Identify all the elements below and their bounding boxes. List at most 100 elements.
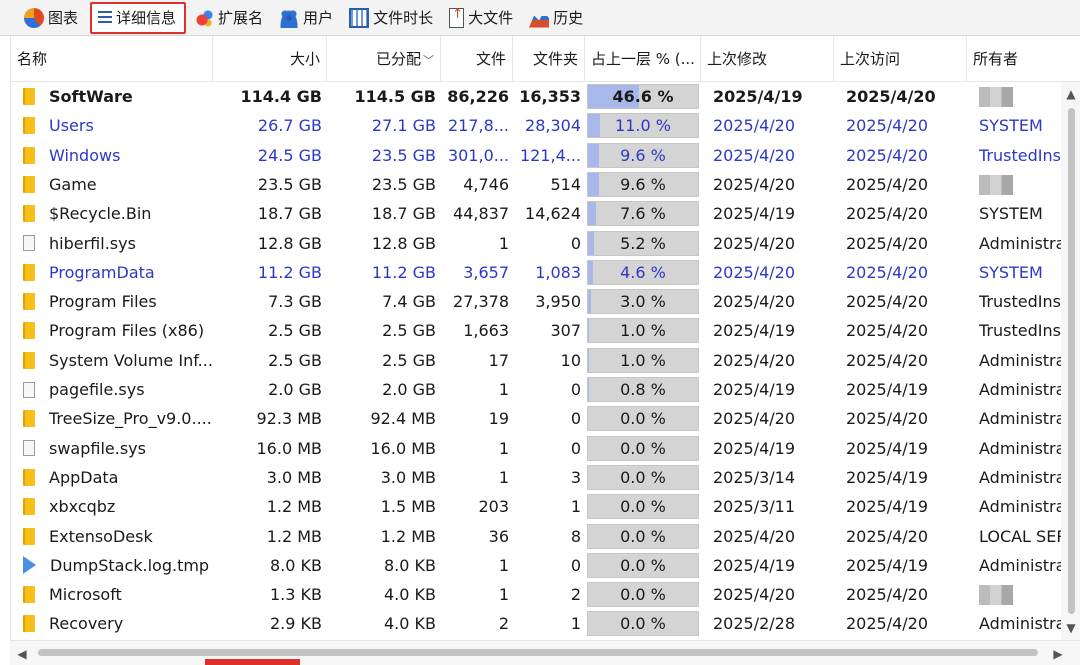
item-name: ProgramData — [49, 262, 155, 282]
large-file-icon — [449, 7, 465, 28]
owner-cell: TrustedInstaller — [979, 316, 1061, 345]
tab-large-files[interactable]: 大文件 — [445, 3, 521, 33]
table-row[interactable]: System Volume Inf... 2.5 GB 2.5 GB 17 10 1.0 … — [11, 346, 1061, 375]
tab-extensions[interactable]: 扩展名 — [190, 3, 271, 33]
folders-count: 10 — [560, 350, 581, 370]
name-cell[interactable]: DumpStack.log.tmp — [23, 551, 213, 580]
modified-date: 2025/4/19 — [713, 87, 803, 106]
folder-icon — [23, 263, 35, 281]
column-header-folders[interactable]: 文件夹 — [513, 36, 585, 82]
percent-bar: 0.0 % — [587, 406, 699, 432]
column-header-size[interactable]: 大小 — [213, 36, 327, 82]
table-row[interactable]: SoftWare 114.4 GB 114.5 GB 86,226 16,353 46.6… — [11, 82, 1061, 111]
item-name: SoftWare — [49, 87, 133, 106]
folder-icon — [23, 586, 35, 604]
files-count: 36 — [488, 526, 509, 546]
accessed-date: 2025/4/20 — [846, 174, 929, 194]
column-header-allocated[interactable]: 已分配 ﹀ — [327, 36, 441, 82]
table-row[interactable]: ProgramData 11.2 GB 11.2 GB 3,657 1,083 4.6 %… — [11, 258, 1061, 287]
table-row[interactable]: TreeSize_Pro_v9.0.... 92.3 MB 92.4 MB 19 0 0.… — [11, 404, 1061, 433]
column-header-percent[interactable]: 占上一层 % (... — [585, 36, 701, 82]
table-row[interactable]: $Recycle.Bin 18.7 GB 18.7 GB 44,837 14,624 7.… — [11, 199, 1061, 228]
tab-details[interactable]: 详细信息 — [90, 1, 187, 34]
vertical-scrollbar[interactable]: ▲ ▼ — [1061, 82, 1080, 640]
horizontal-scrollbar[interactable]: ◀ ▶ — [10, 640, 1080, 665]
horizontal-scroll-thumb[interactable] — [38, 649, 1038, 656]
accessed-date: 2025/4/19 — [846, 497, 929, 517]
percent-cell: 0.0 % — [587, 404, 699, 433]
file-icon — [23, 381, 35, 398]
table-row[interactable]: Windows 24.5 GB 23.5 GB 301,0... 121,4... 9.6… — [11, 141, 1061, 170]
table-row[interactable]: AppData 3.0 MB 3.0 MB 1 3 0.0 % 2025/3/14 2025/… — [11, 463, 1061, 492]
table-row[interactable]: Program Files (x86) 2.5 GB 2.5 GB 1,663 307 1… — [11, 316, 1061, 345]
table-row[interactable]: xbxcqbz 1.2 MB 1.5 MB 203 1 0.0 % 2025/3/11 202… — [11, 492, 1061, 521]
item-name: pagefile.sys — [49, 380, 145, 399]
table-row[interactable]: ExtensoDesk 1.2 MB 1.2 MB 36 8 0.0 % 2025/4/20… — [11, 522, 1061, 551]
table-row[interactable]: swapfile.sys 16.0 MB 16.0 MB 1 0 0.0 % 2025/4/… — [11, 434, 1061, 463]
column-header-files[interactable]: 文件 — [441, 36, 513, 82]
tab-label: 图表 — [48, 9, 79, 27]
folder-icon — [23, 468, 35, 486]
scroll-up-icon[interactable]: ▲ — [1061, 84, 1080, 104]
table-row[interactable]: DumpStack.log.tmp 8.0 KB 8.0 KB 1 0 0.0 % 2025… — [11, 551, 1061, 580]
column-header-owner[interactable]: 所有者 — [967, 36, 1080, 82]
column-header-accessed[interactable]: 上次访问 — [834, 36, 967, 82]
name-cell[interactable]: Recovery — [23, 609, 213, 638]
name-cell[interactable]: ExtensoDesk — [23, 522, 213, 551]
table-row[interactable]: Program Files 7.3 GB 7.4 GB 27,378 3,950 3.0 … — [11, 287, 1061, 316]
allocated-value: 1.5 MB — [380, 497, 436, 517]
name-cell[interactable]: SoftWare — [23, 82, 213, 111]
tab-history[interactable]: 历史 — [525, 3, 591, 33]
name-cell[interactable]: Program Files — [23, 287, 213, 316]
tab-file-age[interactable]: 文件时长 — [345, 3, 441, 33]
folder-icon — [23, 175, 35, 193]
size-value: 2.9 KB — [270, 614, 322, 634]
column-header-name[interactable]: 名称 — [11, 36, 213, 82]
vertical-scroll-thumb[interactable] — [1068, 108, 1075, 614]
accessed-date: 2025/4/20 — [846, 204, 929, 224]
table-row[interactable]: pagefile.sys 2.0 GB 2.0 GB 1 0 0.8 % 2025/4/19… — [11, 375, 1061, 404]
folders-count: 3,950 — [535, 292, 581, 312]
redacted-owner-icon — [979, 174, 1013, 195]
table-row[interactable]: hiberfil.sys 12.8 GB 12.8 GB 1 0 5.2 % 2025/4/… — [11, 229, 1061, 258]
name-cell[interactable]: ProgramData — [23, 258, 213, 287]
name-cell[interactable]: hiberfil.sys — [23, 229, 213, 258]
files-count: 3,657 — [463, 262, 509, 282]
name-cell[interactable]: Program Files (x86) — [23, 316, 213, 345]
owner-value: Administrators — [979, 555, 1061, 575]
name-cell[interactable]: Windows — [23, 141, 213, 170]
name-cell[interactable]: xbxcqbz — [23, 492, 213, 521]
size-value: 26.7 GB — [257, 116, 322, 136]
name-cell[interactable]: pagefile.sys — [23, 375, 213, 404]
table-row[interactable]: Recovery 2.9 KB 4.0 KB 2 1 0.0 % 2025/2/28 2025… — [11, 609, 1061, 638]
tab-chart[interactable]: 图表 — [20, 3, 86, 33]
table-row[interactable]: Microsoft 1.3 KB 4.0 KB 1 2 0.0 % 2025/4/20 202… — [11, 580, 1061, 609]
modified-date: 2025/4/20 — [713, 409, 796, 429]
scroll-left-icon[interactable]: ◀ — [12, 644, 32, 664]
percent-bar: 0.0 % — [587, 523, 699, 549]
name-cell[interactable]: Game — [23, 170, 213, 199]
folders-count: 3 — [570, 467, 581, 487]
percent-cell: 7.6 % — [587, 199, 699, 228]
column-header-label: 名称 — [17, 50, 48, 68]
name-cell[interactable]: Microsoft — [23, 580, 213, 609]
tab-users[interactable]: 用户 — [275, 3, 341, 33]
item-name: DumpStack.log.tmp — [50, 555, 210, 575]
column-header-modified[interactable]: 上次修改 — [701, 36, 834, 82]
scroll-right-icon[interactable]: ▶ — [1048, 644, 1068, 664]
allocated-value: 3.0 MB — [380, 467, 436, 487]
percent-cell: 1.0 % — [587, 316, 699, 345]
table-row[interactable]: Game 23.5 GB 23.5 GB 4,746 514 9.6 % 2025/4/20… — [11, 170, 1061, 199]
accessed-date: 2025/4/19 — [846, 380, 929, 399]
name-cell[interactable]: Users — [23, 111, 213, 140]
item-name: Users — [49, 116, 94, 136]
name-cell[interactable]: $Recycle.Bin — [23, 199, 213, 228]
percent-cell: 3.0 % — [587, 287, 699, 316]
table-row[interactable]: Users 26.7 GB 27.1 GB 217,8... 28,304 11.0 % 2… — [11, 111, 1061, 140]
name-cell[interactable]: swapfile.sys — [23, 434, 213, 463]
name-cell[interactable]: TreeSize_Pro_v9.0.... — [23, 404, 213, 433]
scroll-down-icon[interactable]: ▼ — [1061, 618, 1080, 638]
name-cell[interactable]: AppData — [23, 463, 213, 492]
folder-icon — [23, 88, 35, 105]
name-cell[interactable]: System Volume Inf... — [23, 346, 213, 375]
